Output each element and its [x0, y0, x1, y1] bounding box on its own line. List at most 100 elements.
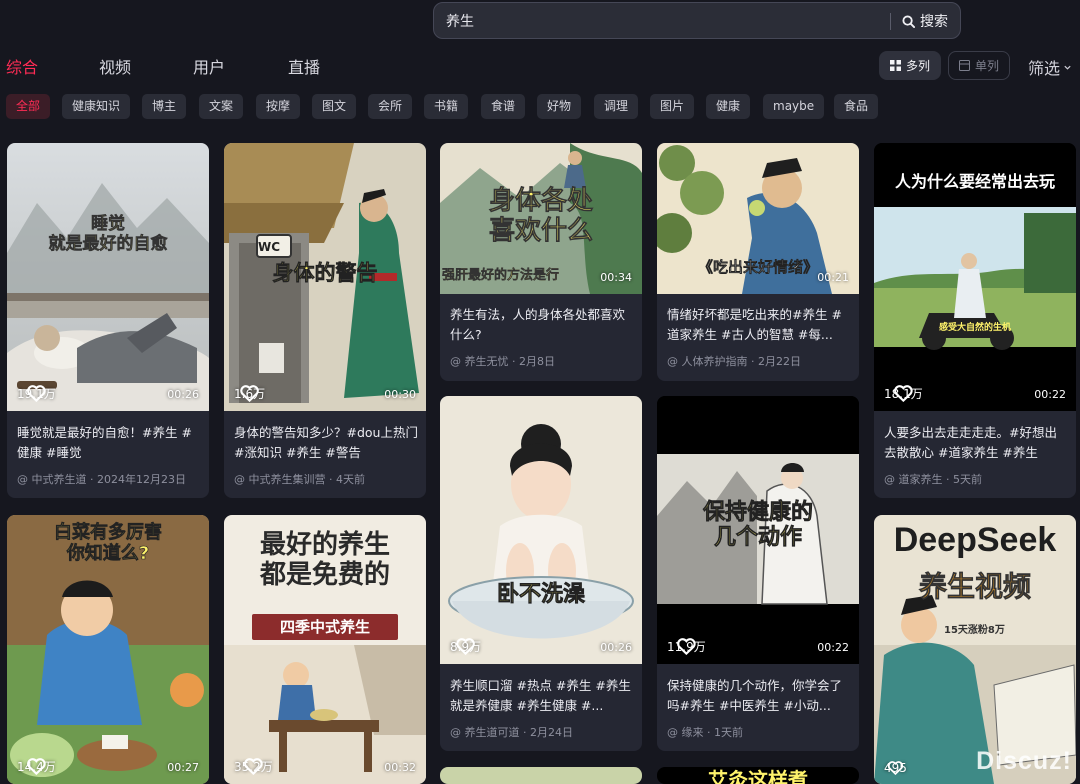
sign-text: WC: [258, 240, 281, 254]
like-count: 1.6万: [234, 385, 265, 402]
thumbnail-subcaption: 强肝最好的方法是行: [442, 268, 560, 283]
video-card[interactable]: 保持健康的 几个动作 11.9万 00:22 保持健康的几个动作，你学会了吗#养…: [657, 396, 859, 751]
search-divider: [890, 13, 891, 30]
video-thumbnail: 最好的养生 都是免费的 四季中式养生 35.2万 00:32: [224, 515, 426, 784]
chip-blogger[interactable]: 博主: [142, 94, 187, 119]
filter-label: 筛选: [1028, 59, 1061, 78]
thumbnail-caption: 睡觉 就是最好的自愈: [48, 214, 168, 254]
video-card[interactable]: DeepSeek 养生视频 15天涨粉8万 495: [874, 515, 1076, 784]
video-title[interactable]: 睡觉就是最好的自愈！#养生 #健康 #睡觉: [17, 423, 201, 463]
filter-button[interactable]: 筛选: [1028, 55, 1072, 79]
video-title[interactable]: 养生顺口溜 #热点 #养生 #养生就是养健康 #养生健康 #...: [450, 676, 634, 716]
thumbnail-subcaption: 感受大自然的生机: [938, 323, 1011, 333]
video-title[interactable]: 养生有法，人的身体各处都喜欢什么?: [450, 305, 634, 345]
tab-video[interactable]: 视频: [99, 54, 131, 78]
publish-date: 1天前: [714, 726, 743, 739]
video-thumbnail: DeepSeek 养生视频 15天涨粉8万 495: [874, 515, 1076, 784]
thumbnail-caption: 卧不洗澡: [496, 582, 586, 608]
like-count: 19.1万: [17, 385, 56, 402]
search-button[interactable]: 搜索: [902, 10, 948, 32]
like-count: 35.2万: [234, 758, 273, 775]
chip-health-knowledge[interactable]: 健康知识: [62, 94, 131, 119]
thumbnail-note: 15天涨粉8万: [944, 625, 1005, 636]
chip-all[interactable]: 全部: [6, 94, 51, 119]
heart-icon: [677, 638, 696, 655]
thumbnail-subcaption: 养生视频: [918, 570, 1032, 603]
publish-date: 5天前: [953, 473, 982, 486]
search-input[interactable]: [446, 11, 876, 31]
chip-massage[interactable]: 按摩: [256, 94, 301, 119]
multi-column-button[interactable]: 多列: [879, 51, 941, 80]
watermark: Discuz!: [976, 747, 1072, 775]
chip-club[interactable]: 会所: [368, 94, 413, 119]
video-card[interactable]: 人为什么要经常出去玩 感受大自然的生机 18.1万 00:22 人要多出去走走走…: [874, 143, 1076, 498]
thumbnail-caption: DeepSeek: [893, 521, 1057, 559]
author-name[interactable]: 养生无忧: [465, 355, 509, 368]
author-name[interactable]: 养生道可道: [465, 726, 520, 739]
video-duration: 00:27: [167, 761, 199, 774]
chip-food[interactable]: 食品: [834, 94, 879, 119]
chevron-down-icon: [1064, 65, 1071, 70]
single-column-button[interactable]: 单列: [948, 51, 1010, 80]
like-count: 11.9万: [667, 638, 706, 655]
video-meta: @ 养生无忧 · 2月8日: [450, 355, 555, 368]
single-column-icon: [958, 60, 970, 71]
author-name[interactable]: 人体养护指南: [682, 355, 748, 368]
video-thumbnail: [440, 767, 642, 784]
chip-maybe[interactable]: maybe: [763, 94, 825, 119]
multi-column-label: 多列: [905, 59, 930, 73]
video-thumbnail: 睡觉 就是最好的自愈 19.1万 00:26: [7, 143, 209, 411]
search-icon: [902, 14, 915, 28]
publish-date: 4天前: [336, 473, 365, 486]
video-title[interactable]: 身体的警告知多少？#dou上热门 #涨知识 #养生 #警告: [234, 423, 418, 463]
tab-all[interactable]: 综合: [6, 54, 38, 78]
chip-pictures[interactable]: 图片: [650, 94, 695, 119]
chip-health[interactable]: 健康: [706, 94, 751, 119]
video-card[interactable]: 身体各处 喜欢什么 强肝最好的方法是行 00:34 养生有法，人的身体各处都喜欢…: [440, 143, 642, 381]
chip-books[interactable]: 书籍: [424, 94, 469, 119]
video-card[interactable]: 艾灸这样煮: [657, 767, 859, 784]
thumbnail-banner: 四季中式养生: [252, 614, 398, 640]
author-name[interactable]: 缘来: [682, 726, 704, 739]
video-card[interactable]: 卧不洗澡 8.9万 00:26 养生顺口溜 #热点 #养生 #养生就是养健康 #…: [440, 396, 642, 751]
video-title[interactable]: 人要多出去走走走走。#好想出去散散心 #道家养生 #养生: [884, 423, 1068, 463]
author-name[interactable]: 道家养生: [899, 473, 943, 486]
chip-recipes[interactable]: 食谱: [481, 94, 526, 119]
chip-goods[interactable]: 好物: [537, 94, 582, 119]
chip-conditioning[interactable]: 调理: [594, 94, 639, 119]
video-thumbnail: 保持健康的 几个动作 11.9万 00:22: [657, 396, 859, 664]
video-duration: 00:26: [600, 641, 632, 654]
video-card[interactable]: 《吃出来好情绪》 00:21 情绪好坏都是吃出来的#养生 #道家养生 #古人的智…: [657, 143, 859, 381]
heart-icon: [27, 758, 46, 775]
publish-date: 2024年12月23日: [97, 473, 186, 486]
video-thumbnail: WC 身体的警告 1.6万 00:30: [224, 143, 426, 411]
video-card[interactable]: 最好的养生 都是免费的 四季中式养生 35.2万 00:32: [224, 515, 426, 784]
author-name[interactable]: 中式养生集训营: [249, 473, 326, 486]
thumbnail-caption: 身体的警告: [272, 261, 378, 286]
thumbnail-caption: 艾灸这样煮: [708, 768, 808, 784]
video-card[interactable]: [440, 767, 642, 784]
video-duration: 00:21: [817, 271, 849, 284]
chip-copy[interactable]: 文案: [199, 94, 244, 119]
video-card[interactable]: 白菜有多厉害 你知道么? 14.4万 00:27: [7, 515, 209, 784]
search-bar: 搜索: [433, 2, 961, 39]
tab-live[interactable]: 直播: [288, 54, 320, 78]
video-card[interactable]: 睡觉 就是最好的自愈 19.1万 00:26 睡觉就是最好的自愈！#养生 #健康…: [7, 143, 209, 498]
video-thumbnail: 人为什么要经常出去玩 感受大自然的生机 18.1万 00:22: [874, 143, 1076, 411]
video-duration: 00:34: [600, 271, 632, 284]
video-meta: @ 人体养护指南 · 2月22日: [667, 355, 801, 368]
heart-icon: [244, 758, 263, 775]
video-title[interactable]: 保持健康的几个动作，你学会了吗#养生 #中医养生 #小动...: [667, 676, 851, 716]
tab-user[interactable]: 用户: [193, 54, 225, 78]
like-count: 495: [884, 761, 907, 775]
video-card[interactable]: WC 身体的警告 1.6万 00:30 身体的警告知多少？#dou上热门 #涨知…: [224, 143, 426, 498]
video-title[interactable]: 情绪好坏都是吃出来的#养生 #道家养生 #古人的智慧 #每...: [667, 305, 851, 345]
like-count: 18.1万: [884, 385, 923, 402]
grid-icon: [889, 60, 901, 71]
video-thumbnail: 卧不洗澡 8.9万 00:26: [440, 396, 642, 664]
video-thumbnail: 身体各处 喜欢什么 强肝最好的方法是行 00:34: [440, 143, 642, 294]
author-name[interactable]: 中式养生道: [32, 473, 87, 486]
chip-image-text[interactable]: 图文: [312, 94, 357, 119]
thumbnail-caption: 白菜有多厉害 你知道么?: [54, 522, 163, 564]
publish-date: 2月8日: [519, 355, 555, 368]
